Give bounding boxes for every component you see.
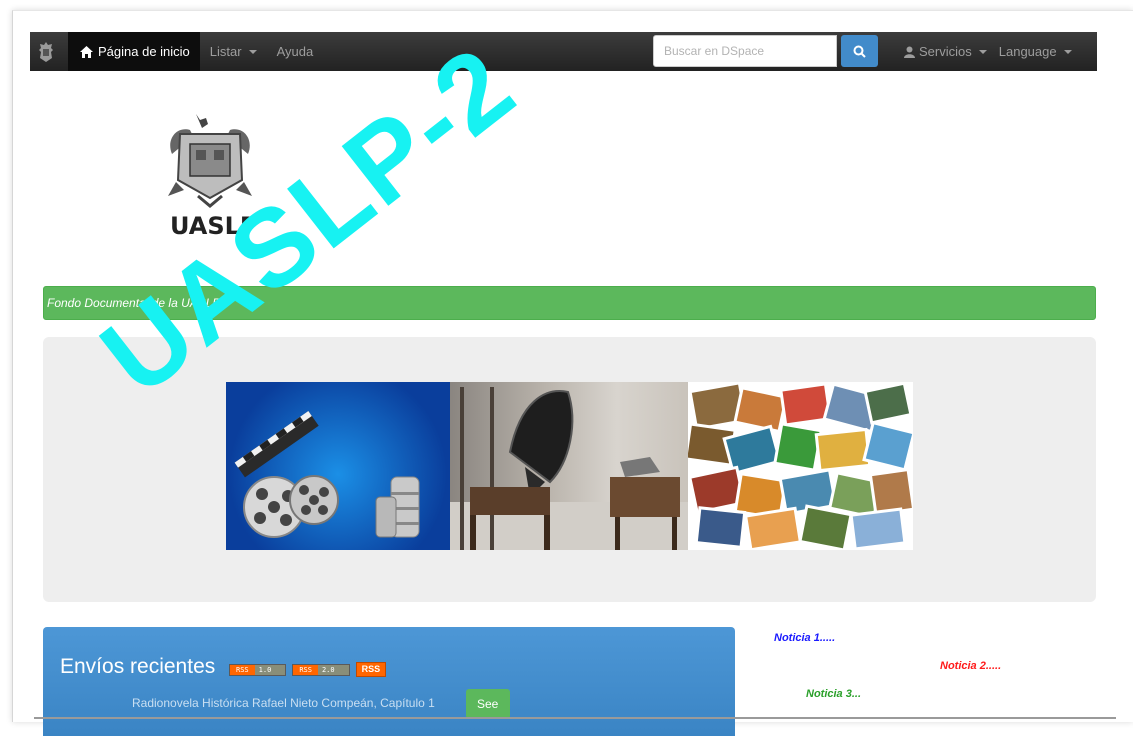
brand-logo-icon[interactable] <box>32 32 60 71</box>
home-icon <box>80 45 93 58</box>
news-item-1[interactable]: Noticia 1..... <box>774 632 835 644</box>
recent-item-title[interactable]: Radionovela Histórica Rafael Nieto Compe… <box>132 696 435 710</box>
recent-submissions-title: Envíos recientes <box>60 655 216 678</box>
search-icon <box>853 45 866 58</box>
chevron-down-icon <box>978 49 987 54</box>
nav-ayuda-link[interactable]: Ayuda <box>267 44 324 59</box>
rss-2-0-right: 2.0 <box>317 664 349 675</box>
hero-jumbotron <box>43 337 1096 602</box>
community-banner-bar: Fondo Documental de la UASLP <box>43 286 1096 320</box>
chevron-down-icon <box>248 49 257 54</box>
see-button[interactable]: See <box>466 689 510 719</box>
rss-2-0-link[interactable]: RSS 2.0 <box>292 663 350 676</box>
rss-feeds: RSS 1.0 RSS 2.0 RSS <box>229 662 387 677</box>
rss-1-0-left: RSS <box>230 664 255 675</box>
rss-2-0-left: RSS <box>293 664 318 675</box>
chevron-down-icon <box>1063 49 1072 54</box>
news-item-3[interactable]: Noticia 3... <box>806 688 861 700</box>
bottom-divider <box>34 717 1116 719</box>
nav-home-label: Página de inicio <box>98 44 190 59</box>
community-banner-text: Fondo Documental de la UASLP <box>47 296 221 310</box>
top-navbar: Página de inicio Listar Ayuda Buscar en … <box>30 32 1097 71</box>
rss-1-0-right: 1.0 <box>254 664 286 675</box>
hero-banner-image <box>226 382 913 550</box>
search-input[interactable]: Buscar en DSpace <box>653 35 837 67</box>
rss-atom-link[interactable]: RSS <box>355 662 387 677</box>
gramophone-image <box>450 382 688 550</box>
nav-listar-label: Listar <box>209 44 242 59</box>
user-icon <box>904 46 915 58</box>
rss-1-0-link[interactable]: RSS 1.0 <box>229 663 287 676</box>
nav-listar-dropdown[interactable]: Listar <box>200 44 267 59</box>
nav-servicios-label: Servicios <box>919 44 972 59</box>
recent-submissions-panel: Envíos recientes RSS 1.0 RSS 2.0 RSS Rad… <box>43 627 735 736</box>
film-reels-image <box>226 382 450 550</box>
photo-collage-image <box>688 382 913 550</box>
nav-right-menu: Servicios Language <box>904 32 1072 71</box>
nav-language-dropdown[interactable]: Language <box>999 44 1072 59</box>
nav-ayuda-label: Ayuda <box>276 44 314 59</box>
uaslp-logo-text: UASLP <box>170 212 258 240</box>
nav-language-label: Language <box>998 44 1057 59</box>
news-item-2[interactable]: Noticia 2..... <box>940 660 1001 672</box>
nav-servicios-dropdown[interactable]: Servicios <box>904 44 987 59</box>
nav-home-link[interactable]: Página de inicio <box>68 32 200 71</box>
search-button[interactable] <box>841 35 878 67</box>
